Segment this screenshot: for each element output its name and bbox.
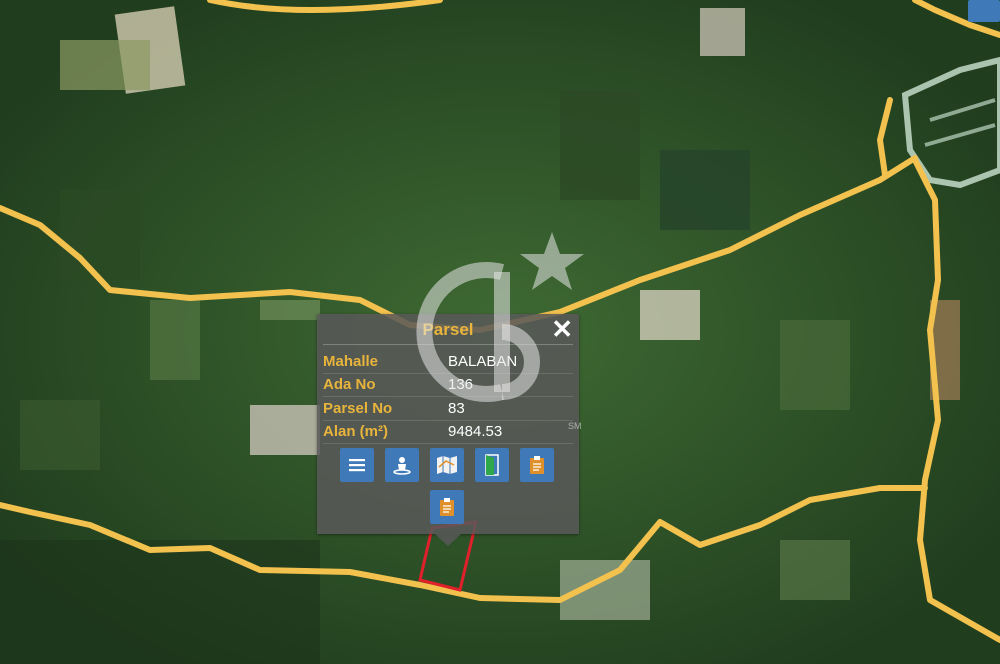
clipboard-button-1[interactable] bbox=[520, 448, 554, 482]
parcel-attributes: Mahalle BALABAN Ada No 136 Parsel No 83 … bbox=[323, 350, 573, 444]
door-button[interactable] bbox=[475, 448, 509, 482]
camera-icon[interactable] bbox=[968, 0, 1000, 22]
close-icon[interactable]: ✕ bbox=[551, 316, 573, 342]
row-value: BALABAN bbox=[448, 352, 518, 370]
clipboard-icon bbox=[530, 456, 544, 474]
row-mahalle: Mahalle BALABAN bbox=[323, 350, 573, 374]
row-label: Mahalle bbox=[323, 352, 379, 370]
row-label: Alan (m²) bbox=[323, 423, 388, 441]
divider bbox=[323, 344, 573, 345]
row-label: Parsel No bbox=[323, 399, 393, 417]
clipboard-button-2[interactable] bbox=[430, 490, 464, 524]
list-icon bbox=[349, 459, 365, 472]
row-parsel-no: Parsel No 83 bbox=[323, 397, 573, 421]
row-ada-no: Ada No 136 bbox=[323, 374, 573, 397]
row-value: 136 bbox=[448, 376, 474, 394]
popup-title: Parsel bbox=[422, 320, 474, 339]
map-pin-person-icon bbox=[393, 457, 411, 475]
list-button[interactable] bbox=[340, 448, 374, 482]
clipboard-icon bbox=[440, 498, 454, 516]
map-view[interactable]: Parsel ✕ Mahalle BALABAN Ada No 136 Pars… bbox=[0, 0, 1000, 664]
street-view-button[interactable] bbox=[385, 448, 419, 482]
popup-pointer bbox=[435, 534, 461, 546]
row-value: 83 bbox=[448, 399, 465, 417]
row-value: 9484.53 bbox=[448, 423, 503, 441]
row-label: Ada No bbox=[323, 376, 376, 394]
map-button[interactable] bbox=[430, 448, 464, 482]
door-icon bbox=[485, 454, 499, 476]
row-alan: Alan (m²) 9484.53 bbox=[323, 421, 573, 444]
folded-map-icon bbox=[437, 456, 457, 474]
